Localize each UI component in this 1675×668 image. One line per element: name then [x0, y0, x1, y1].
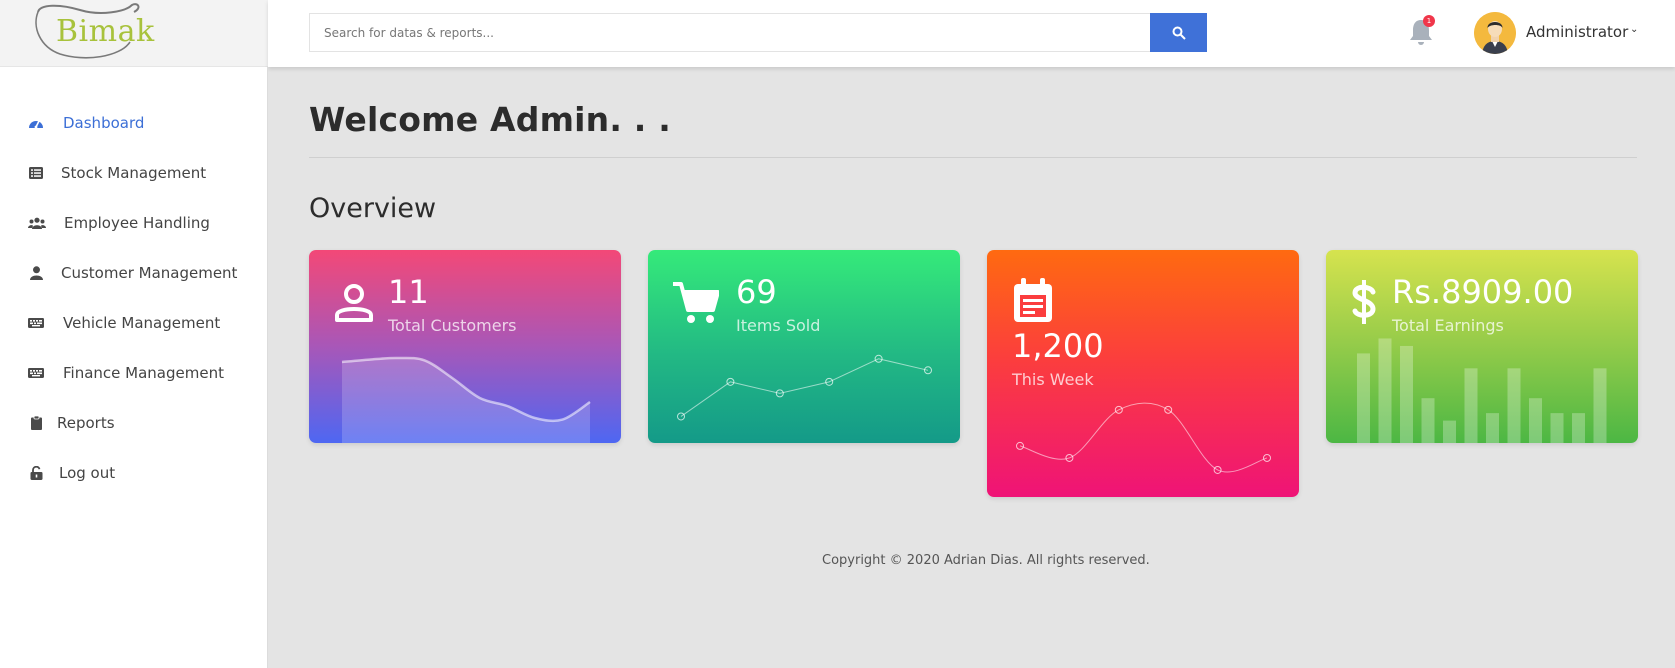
stat-card-customers[interactable]: 11 Total Customers [309, 250, 621, 443]
area-fill [342, 357, 590, 443]
sidebar-item-dashboard[interactable]: Dashboard [0, 103, 268, 143]
person-avatar-icon [1474, 12, 1516, 54]
sidebar-item-label: Employee Handling [64, 214, 210, 232]
sidebar-item-label: Log out [59, 464, 116, 482]
page-title: Welcome Admin. . . [309, 100, 671, 139]
bar [1421, 398, 1435, 443]
earnings-bar-chart [1357, 338, 1607, 443]
sidebar-item-employee-handling[interactable]: Employee Handling [0, 203, 268, 243]
section-heading: Overview [309, 193, 437, 224]
sidebar-item-label: Dashboard [63, 114, 145, 132]
search-box [309, 13, 1207, 52]
sidebar-item-label: Stock Management [61, 164, 207, 182]
chevron-down-icon[interactable]: ⌄ [1630, 24, 1638, 35]
title-divider [309, 157, 1637, 158]
search-input[interactable] [310, 14, 1150, 51]
user-name[interactable]: Administrator [1526, 23, 1628, 41]
logo-text: Bimak [56, 14, 155, 49]
sidebar-item-label: Vehicle Management [63, 314, 221, 332]
bar [1400, 345, 1413, 443]
user-icon [28, 265, 44, 281]
sidebar-item-label: Reports [57, 414, 115, 432]
bar [1443, 420, 1456, 443]
bar [1464, 368, 1478, 443]
top-bar: 1 Administrator ⌄ [268, 0, 1675, 67]
stat-card-items-sold[interactable]: 69 Items Sold [648, 250, 960, 443]
sidebar-item-log-out[interactable]: Log out [0, 453, 268, 493]
sidebar-item-label: Customer Management [61, 264, 238, 282]
bar [1507, 368, 1521, 443]
bar [1593, 368, 1607, 443]
sidebar-item-vehicle-management[interactable]: Vehicle Management [0, 303, 268, 343]
bar [1357, 353, 1370, 443]
series-line [680, 358, 929, 417]
search-icon [1172, 26, 1186, 40]
customers-area-chart [341, 356, 591, 443]
notification-badge: 1 [1423, 15, 1435, 27]
data-point [677, 412, 685, 421]
clipboard-icon [28, 415, 44, 431]
sidebar-item-reports[interactable]: Reports [0, 403, 268, 443]
series-line [1019, 402, 1268, 473]
keyboard-icon [28, 365, 44, 381]
avatar[interactable] [1474, 12, 1516, 54]
sidebar-item-customer-management[interactable]: Customer Management [0, 253, 268, 293]
stat-card-earnings[interactable]: Rs.8909.00 Total Earnings [1326, 250, 1638, 443]
items-sold-line-chart [677, 354, 932, 421]
users-icon [28, 215, 46, 231]
footer-copyright: Copyright © 2020 Adrian Dias. All rights… [822, 553, 1150, 568]
bar [1572, 413, 1585, 443]
sidebar-item-label: Finance Management [63, 364, 224, 382]
weekly-line-chart [1016, 402, 1271, 474]
list-icon [28, 165, 44, 181]
sidebar-item-finance-management[interactable]: Finance Management [0, 353, 268, 393]
stat-card-this-week[interactable]: 1,200 This Week [987, 250, 1299, 497]
sidebar-item-stock-management[interactable]: Stock Management [0, 153, 268, 193]
keyboard-icon [28, 315, 44, 331]
bar [1550, 413, 1564, 443]
bar [1529, 398, 1542, 443]
bar [1486, 413, 1499, 443]
sidebar: Dashboard Stock Management Employee Hand… [0, 67, 268, 668]
search-button[interactable] [1150, 13, 1207, 52]
bar [1378, 338, 1392, 443]
dashboard-icon [28, 115, 44, 131]
logo-area: Bimak [0, 0, 268, 67]
unlock-icon [28, 465, 44, 481]
